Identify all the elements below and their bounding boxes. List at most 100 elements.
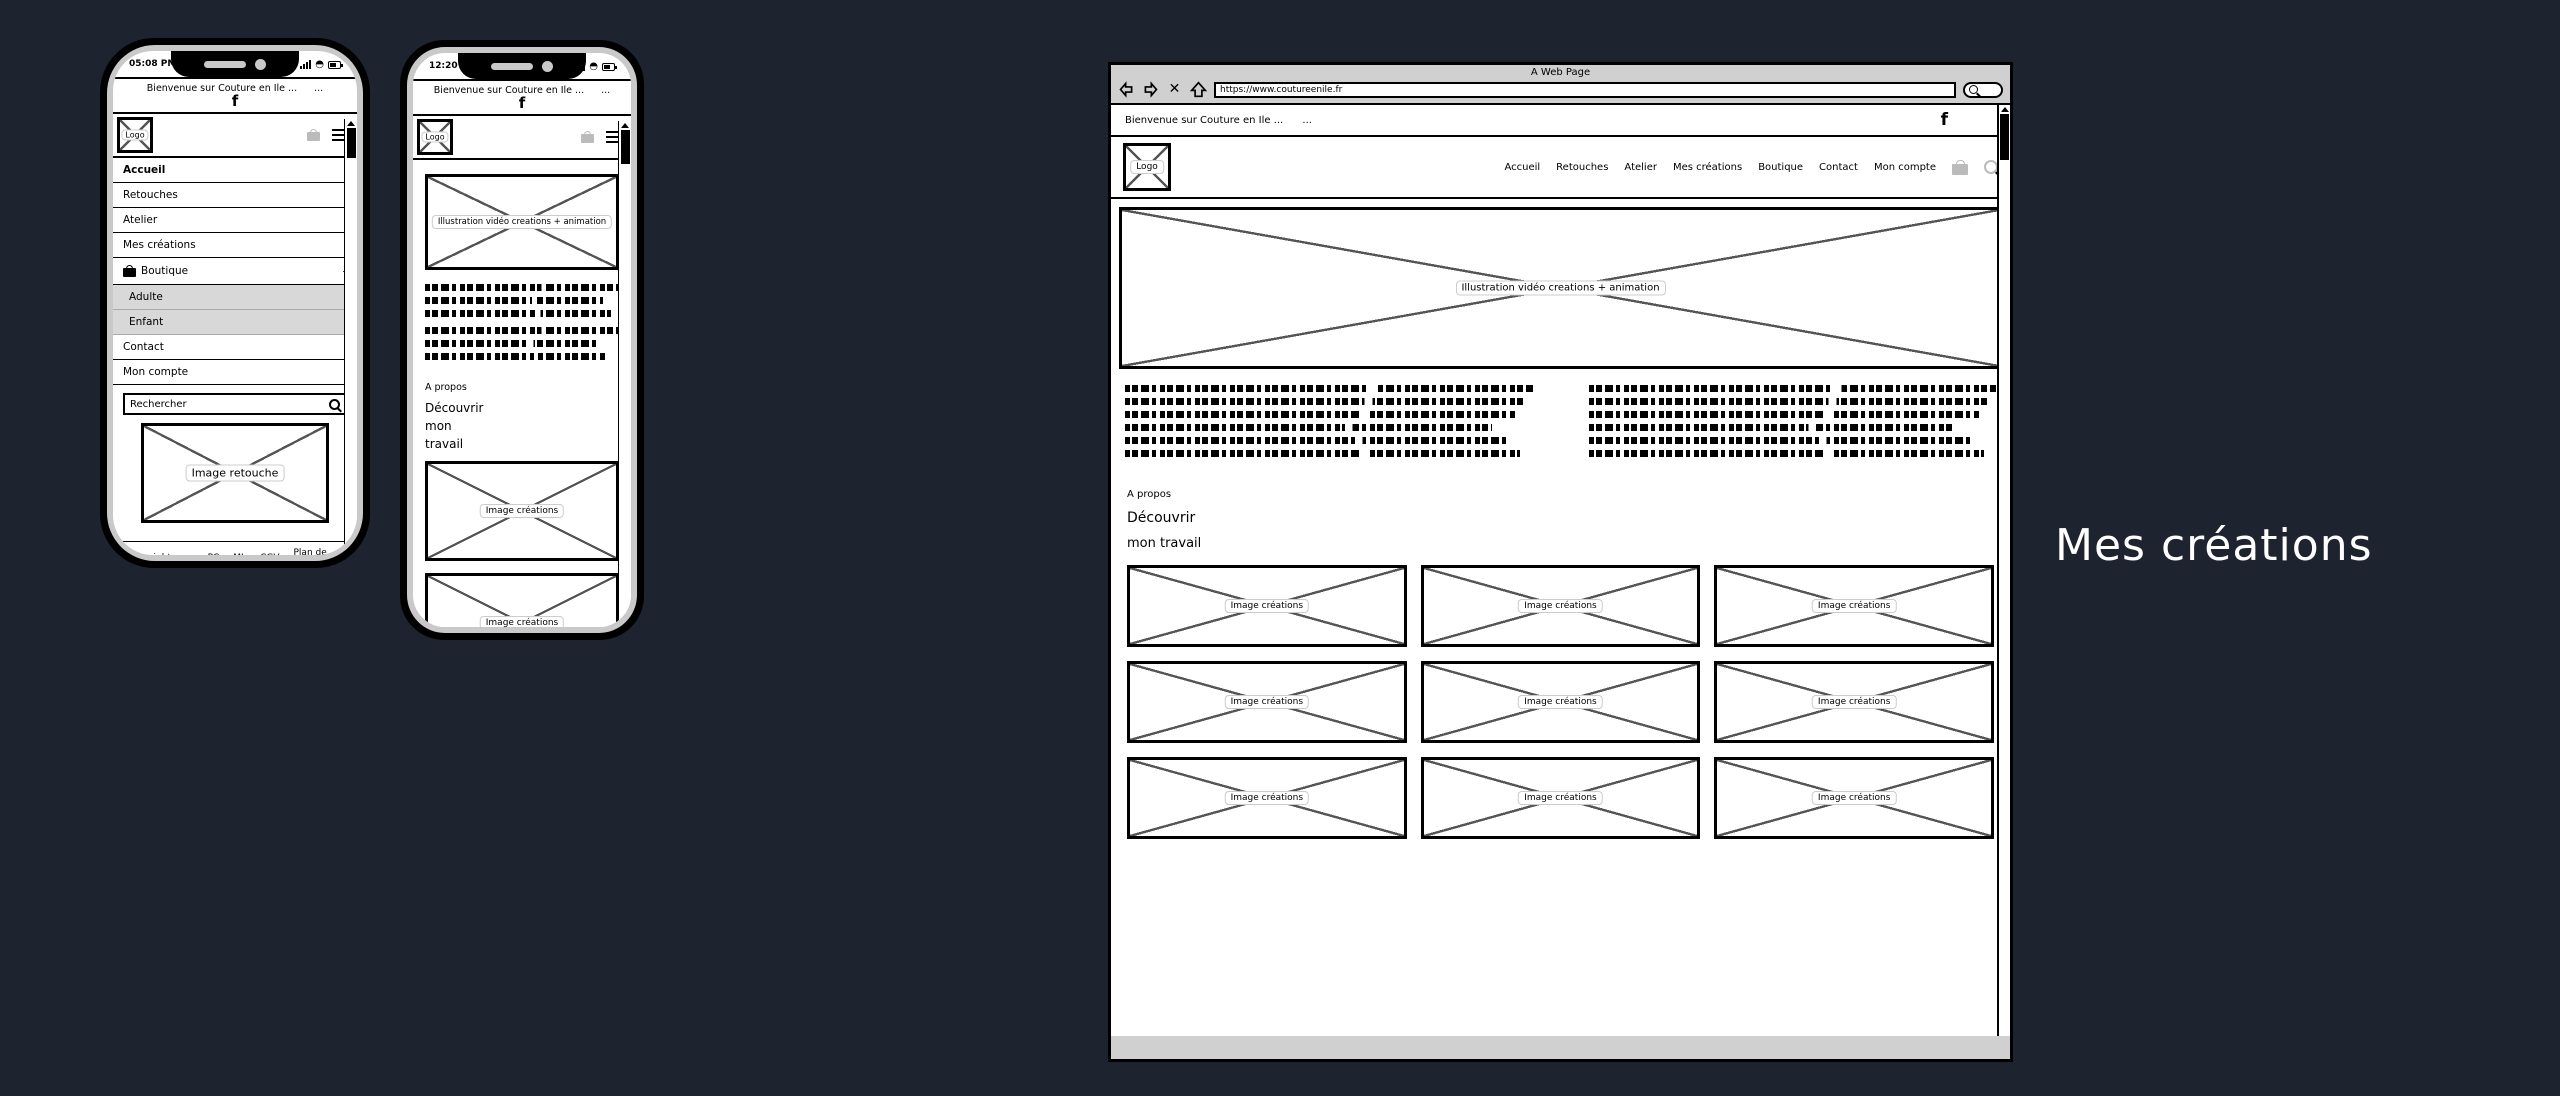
scroll-up-arrow[interactable] (347, 121, 355, 126)
facebook-icon[interactable]: f (123, 94, 347, 109)
window-title: A Web Page (1530, 67, 1591, 78)
browser-search-box[interactable] (1963, 81, 2003, 98)
mobile-nav-bar: Logo (113, 114, 357, 158)
gallery-item[interactable]: Image créations (1420, 757, 1701, 839)
text-line (1125, 424, 1492, 431)
scroll-up-arrow[interactable] (621, 123, 629, 128)
text-line (1125, 437, 1509, 444)
menu-item-accueil[interactable]: Accueil (113, 158, 357, 183)
logo-placeholder[interactable]: Logo (117, 117, 153, 153)
logo-placeholder[interactable]: Logo (417, 119, 453, 155)
image-label: Image retouche (185, 464, 285, 482)
back-icon[interactable] (1118, 81, 1135, 98)
image-label: Image créations (479, 504, 565, 518)
welcome-ellipsis: ... (314, 83, 324, 94)
page-title: Mes créations (2055, 520, 2373, 571)
nav-link-accueil[interactable]: Accueil (1504, 162, 1540, 173)
creations-list: Image créations Image créations (413, 451, 631, 627)
search-placeholder: Rechercher (130, 398, 187, 410)
bag-icon[interactable] (581, 131, 594, 143)
image-placeholder-retouche[interactable]: Image retouche (141, 423, 329, 523)
menu-item-mon-compte[interactable]: Mon compte (113, 360, 357, 385)
home-icon[interactable] (1189, 81, 1208, 98)
footer-link-cgv[interactable]: CGV (260, 553, 279, 555)
image-label: Image créations (1811, 599, 1897, 613)
phone-notch (171, 51, 299, 77)
nav-link-boutique[interactable]: Boutique (1758, 162, 1803, 173)
text-line (1588, 424, 1956, 431)
gallery-item[interactable]: Image créations (1420, 565, 1701, 647)
search-icon[interactable] (329, 398, 340, 410)
gallery-item[interactable]: Image créations (1420, 661, 1701, 743)
scroll-up-arrow[interactable] (2000, 107, 2009, 112)
nav-link-mes-creations[interactable]: Mes créations (1673, 162, 1742, 173)
scrollbar-thumb[interactable] (2000, 114, 2009, 160)
url-input[interactable]: https://www.coutureenile.fr (1214, 81, 1956, 98)
search-icon[interactable] (1984, 160, 1998, 174)
gallery-item[interactable]: Image créations (1127, 565, 1407, 647)
text-line (425, 310, 612, 317)
gallery-item[interactable]: Image créations (1127, 661, 1407, 743)
menu-item-boutique[interactable]: Boutique - (113, 258, 357, 285)
facebook-icon[interactable]: f (1941, 110, 1948, 130)
browser-toolbar: ✕ https://www.coutureenile.fr (1111, 79, 2010, 103)
about-kicker: A propos (1127, 489, 1172, 500)
video-placeholder[interactable]: Illustration vidéo creations + animation (425, 174, 619, 270)
text-line (1588, 385, 1996, 392)
image-label: Image créations (1224, 791, 1310, 805)
search-input[interactable]: Rechercher (123, 393, 347, 415)
image-label: Image créations (1811, 791, 1897, 805)
footer-link-ml[interactable]: ML (233, 553, 246, 555)
image-placeholder-creations[interactable]: Image créations (425, 461, 619, 561)
page-scrollbar[interactable] (344, 119, 357, 555)
welcome-ellipsis: ... (601, 85, 611, 96)
nav-links: Accueil Retouches Atelier Mes créations … (1504, 159, 1998, 175)
url-text: https://www.coutureenile.fr (1220, 84, 1343, 95)
gallery-item[interactable]: Image créations (1714, 565, 1994, 647)
image-placeholder-creations[interactable]: Image créations (425, 573, 619, 627)
logo-placeholder[interactable]: Logo (1123, 143, 1171, 191)
menu-label: Boutique (141, 265, 189, 277)
menu-item-atelier[interactable]: Atelier (113, 208, 357, 233)
hero-video-wrap: Illustration vidéo creations + animation (413, 160, 631, 270)
site-announcement-bar: Bienvenue sur Couture en Ile ... ... f (413, 79, 631, 116)
gallery-item[interactable]: Image créations (1127, 757, 1407, 839)
text-line (425, 353, 608, 360)
nav-link-atelier[interactable]: Atelier (1624, 162, 1657, 173)
welcome-text: Bienvenue sur Couture en Ile ... ... (1125, 114, 1312, 126)
logo-label: Logo (421, 131, 449, 143)
video-placeholder[interactable]: Illustration vidéo creations + animation (1119, 207, 2002, 369)
image-label: Image créations (1518, 791, 1603, 805)
menu-label: Retouches (123, 189, 178, 201)
submenu-item-adulte[interactable]: Adulte (113, 285, 357, 310)
nav-icon-group (581, 130, 623, 144)
scrollbar-thumb[interactable] (346, 128, 356, 158)
menu-item-mes-creations[interactable]: Mes créations (113, 233, 357, 258)
nav-link-mon-compte[interactable]: Mon compte (1874, 162, 1936, 173)
page-scrollbar[interactable] (618, 121, 631, 627)
menu-item-contact[interactable]: Contact (113, 335, 357, 360)
logo-label: Logo (121, 129, 149, 141)
submenu-item-enfant[interactable]: Enfant (113, 310, 357, 335)
scrollbar-thumb[interactable] (620, 130, 630, 164)
menu-item-retouches[interactable]: Retouches (113, 183, 357, 208)
speaker-grille (491, 62, 533, 70)
phone-screen: 12:20 PM ◓ Bienvenue sur Couture en Ile … (413, 53, 631, 627)
mobile-menu-list: Accueil Retouches Atelier Mes créations … (113, 158, 357, 385)
bag-icon[interactable] (1952, 159, 1968, 175)
gallery-item[interactable]: Image créations (1714, 661, 1994, 743)
close-icon[interactable]: ✕ (1166, 81, 1183, 98)
facebook-icon[interactable]: f (423, 96, 621, 111)
bag-icon[interactable] (307, 129, 320, 141)
gallery-item[interactable]: Image créations (1714, 757, 1994, 839)
footer-ellipsis: ... (185, 553, 194, 555)
retouche-image-wrap: Image retouche (113, 423, 357, 523)
about-line-1: Découvrir (1127, 510, 1196, 526)
page-scrollbar[interactable] (1997, 105, 2010, 1036)
nav-link-contact[interactable]: Contact (1819, 162, 1858, 173)
forward-icon[interactable] (1142, 81, 1159, 98)
footer-link-pc[interactable]: PC (208, 553, 220, 555)
nav-link-retouches[interactable]: Retouches (1556, 162, 1608, 173)
about-kicker: A propos (425, 382, 467, 393)
hero-video-wrap: Illustration vidéo creations + animation (1111, 199, 2010, 369)
